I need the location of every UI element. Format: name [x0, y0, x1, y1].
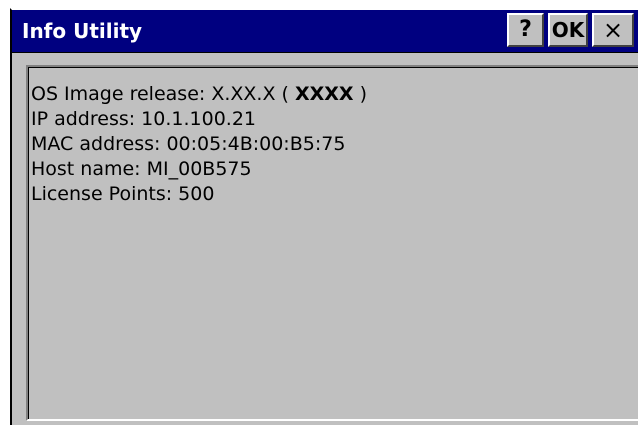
os-build-open: ( [275, 83, 295, 105]
window-title: Info Utility [22, 19, 143, 43]
ip-address-line: IP address: 10.1.100.21 [31, 108, 257, 130]
mac-address-line: MAC address: 00:05:4B:00:B5:75 [31, 133, 346, 155]
ok-button[interactable]: OK [548, 13, 588, 47]
os-build-close: ) [353, 83, 368, 105]
info-utility-window: Info Utility ? OK × OS Image release: X.… [10, 8, 638, 425]
info-text-area[interactable]: OS Image release: X.XX.X ( XXXX ) IP add… [26, 65, 638, 421]
host-name-line: Host name: MI_00B575 [31, 158, 252, 180]
os-image-release-line: OS Image release: X.XX.X ( XXXX ) [31, 82, 367, 106]
title-bar: Info Utility ? OK × [12, 10, 638, 53]
os-build-number: XXXX [294, 83, 354, 105]
info-text-frame: OS Image release: X.XX.X ( XXXX ) IP add… [28, 67, 638, 419]
license-points-line: License Points: 500 [31, 183, 215, 205]
os-image-version: X.XX.X [211, 83, 276, 105]
close-icon[interactable]: × [592, 13, 634, 47]
os-image-label: OS Image release: [31, 83, 212, 105]
help-button[interactable]: ? [507, 13, 544, 47]
